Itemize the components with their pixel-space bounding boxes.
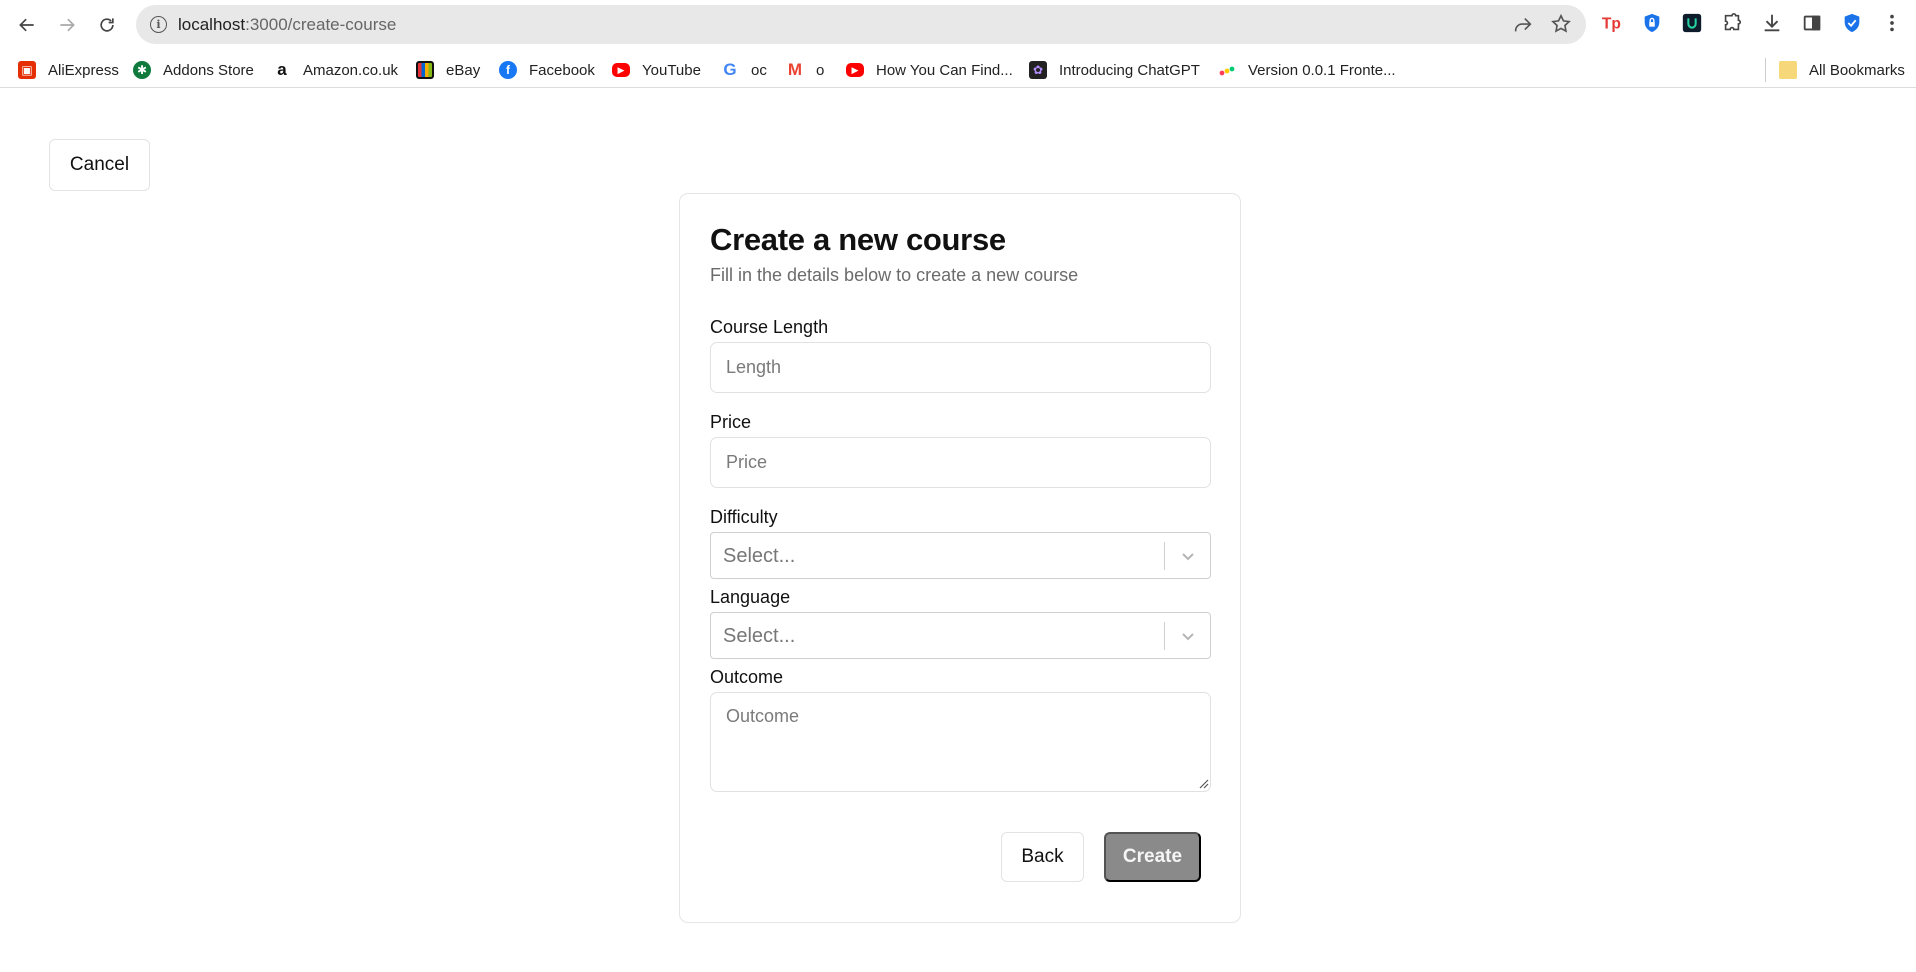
bookmark-label: eBay (446, 61, 481, 79)
resize-handle-icon[interactable] (1198, 778, 1209, 789)
monday-icon (1218, 61, 1236, 79)
browser-toolbar: i localhost:3000/create-course Tp (0, 0, 1916, 50)
page-subtitle: Fill in the details below to create a ne… (710, 265, 1079, 285)
bookmarks-divider (1765, 58, 1766, 82)
reload-icon[interactable] (92, 10, 122, 40)
bookmark-youtube[interactable]: ▶ YouTube (612, 59, 701, 81)
price-label: Price (710, 412, 752, 432)
youtube-icon: ▶ (846, 63, 864, 77)
folder-icon (1779, 61, 1797, 79)
all-bookmarks-label: All Bookmarks (1809, 61, 1905, 79)
bookmark-gmail[interactable]: M o (786, 59, 824, 81)
bookmark-label: Amazon.co.uk (303, 61, 399, 79)
bookmark-aliexpress[interactable]: ▣ AliExpress (18, 59, 119, 81)
url-host: localhost (178, 15, 246, 34)
outcome-textarea[interactable] (710, 692, 1211, 792)
create-button[interactable]: Create (1104, 832, 1201, 882)
back-button[interactable]: Back (1001, 832, 1084, 882)
bookmark-amazon[interactable]: a Amazon.co.uk (273, 59, 398, 81)
difficulty-placeholder: Select... (723, 545, 796, 567)
bookmark-google-oc[interactable]: G oc (721, 59, 767, 81)
address-bar[interactable]: i localhost:3000/create-course (136, 5, 1586, 44)
bookmark-introducing-chatgpt[interactable]: ✿ Introducing ChatGPT (1029, 59, 1200, 81)
url-text: localhost:3000/create-course (178, 15, 396, 35)
bookmark-label: Facebook (529, 61, 595, 79)
difficulty-label: Difficulty (710, 507, 778, 527)
bookmark-label: AliExpress (48, 61, 119, 79)
youtube-icon: ▶ (612, 63, 630, 77)
bookmark-label: Version 0.0.1 Fronte... (1248, 61, 1396, 79)
extensions-puzzle-icon[interactable] (1720, 11, 1744, 35)
u-extension-icon[interactable] (1680, 11, 1704, 35)
bookmark-how-you-can-find[interactable]: ▶ How You Can Find... (846, 59, 1013, 81)
all-bookmarks-button[interactable]: All Bookmarks (1779, 59, 1905, 81)
bookmark-label: oc (751, 61, 767, 79)
back-arrow-icon[interactable] (12, 10, 42, 40)
bookmark-label: Addons Store (163, 61, 254, 79)
chevron-down-icon[interactable] (1178, 626, 1198, 646)
forward-arrow-icon[interactable] (52, 10, 82, 40)
aliexpress-icon: ▣ (18, 61, 36, 79)
addons-store-icon: ✱ (133, 61, 151, 79)
share-icon[interactable] (1512, 14, 1534, 36)
language-placeholder: Select... (723, 625, 796, 647)
bookmarks-bar: ▣ AliExpress ✱ Addons Store a Amazon.co.… (0, 51, 1916, 88)
tp-extension-icon[interactable]: Tp (1600, 11, 1624, 35)
course-length-input[interactable] (710, 342, 1211, 393)
site-info-icon[interactable]: i (150, 16, 167, 33)
lock-shield-extension-icon[interactable] (1640, 11, 1664, 35)
language-label: Language (710, 587, 791, 607)
ebay-icon (416, 61, 434, 79)
difficulty-select[interactable]: Select... (710, 532, 1211, 579)
browser-menu-icon[interactable] (1880, 11, 1904, 35)
create-course-card: Create a new course Fill in the details … (679, 193, 1241, 923)
bookmark-addons-store[interactable]: ✱ Addons Store (133, 59, 254, 81)
page-title: Create a new course (710, 222, 1006, 257)
bookmark-star-icon[interactable] (1550, 13, 1572, 35)
language-select[interactable]: Select... (710, 612, 1211, 659)
url-path: :3000/create-course (245, 15, 397, 34)
select-separator (1164, 542, 1165, 570)
chevron-down-icon[interactable] (1178, 546, 1198, 566)
course-length-label: Course Length (710, 317, 829, 337)
facebook-icon: f (499, 61, 517, 79)
bookmark-ebay[interactable]: eBay (416, 59, 480, 81)
bookmark-label: How You Can Find... (876, 61, 1013, 79)
gmail-icon: M (787, 60, 803, 79)
outcome-label: Outcome (710, 667, 784, 687)
bookmark-label: YouTube (642, 61, 701, 79)
bookmark-label: Introducing ChatGPT (1059, 61, 1200, 79)
download-icon[interactable] (1760, 11, 1784, 35)
shield-check-extension-icon[interactable] (1840, 11, 1864, 35)
google-icon: G (723, 60, 737, 79)
side-panel-icon[interactable] (1800, 11, 1824, 35)
bookmark-label: o (816, 61, 825, 79)
select-separator (1164, 622, 1165, 650)
bookmark-version-frontend[interactable]: Version 0.0.1 Fronte... (1218, 59, 1396, 81)
bookmark-facebook[interactable]: f Facebook (499, 59, 595, 81)
price-input[interactable] (710, 437, 1211, 488)
cancel-button[interactable]: Cancel (49, 139, 150, 191)
svg-text:Tp: Tp (1602, 16, 1621, 33)
chatgpt-icon: ✿ (1029, 61, 1047, 79)
amazon-icon: a (277, 60, 287, 79)
